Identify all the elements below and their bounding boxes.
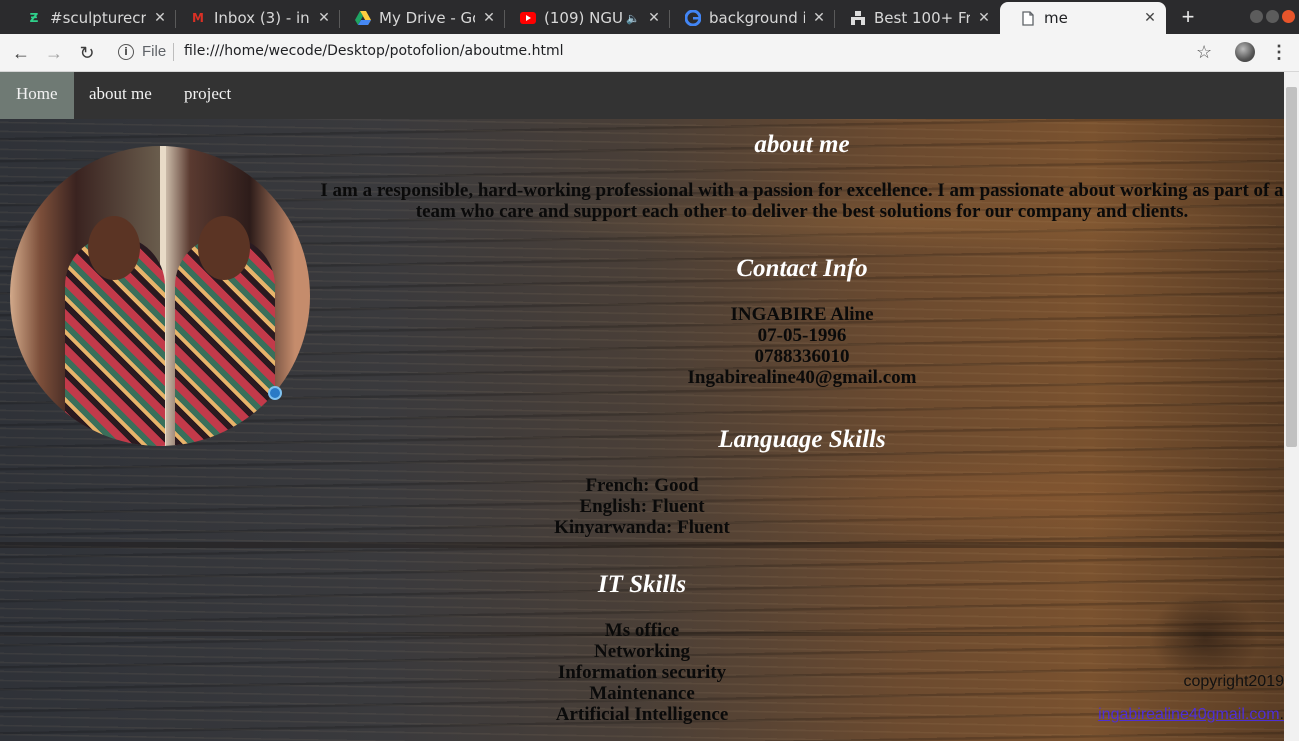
close-window-button[interactable] [1282,10,1295,23]
close-icon[interactable]: ✕ [811,10,827,26]
close-icon[interactable]: ✕ [481,10,497,26]
close-icon[interactable]: ✕ [646,10,662,26]
new-tab-button[interactable]: + [1176,4,1200,30]
menu-kebab-icon[interactable]: ⋮ [1270,41,1288,63]
info-icon[interactable]: i [118,44,134,60]
youtube-icon [520,10,536,26]
copyright-text: copyright2019 [1183,673,1284,690]
tab-title: background im [709,9,805,27]
tab-title: (109) NGUH [544,9,623,27]
photo-badge-icon [268,386,282,400]
maximize-button[interactable] [1266,10,1279,23]
top-navigation: Home about me project [0,72,1284,119]
footer-email-link-text[interactable]: ingabirealine40gmail.com [1098,706,1279,723]
contact-phone: 0788336010 [754,346,850,367]
profile-photo [10,146,310,446]
google-icon [685,10,701,26]
nav-project-link[interactable]: project [168,72,247,119]
close-icon[interactable]: ✕ [976,10,992,26]
nav-home-link[interactable]: Home [0,72,74,119]
about-heading: about me [754,131,850,158]
language-item: English: Fluent [579,496,705,517]
it-skill-item: Ms office [604,620,680,641]
browser-toolbar: ← → ↻ i File file:///home/wecode/Desktop… [0,34,1299,72]
language-item: French: Good [585,475,699,496]
tab-drive[interactable]: My Drive - Goo ✕ [335,2,505,34]
forward-arrow-icon[interactable]: → [42,41,66,65]
unsplash-icon [850,10,866,26]
it-skill-item: Information security [557,662,727,683]
tab-gmail[interactable]: M Inbox (3) - inga ✕ [170,2,340,34]
it-skill-item: Maintenance [589,683,695,704]
page-scrollbar[interactable] [1284,72,1299,741]
about-text: I am a responsible, hard-working profess… [320,180,1284,222]
tab-title: Best 100+ Free [874,9,970,27]
document-icon [1020,10,1036,26]
contact-heading: Contact Info [736,255,868,282]
close-icon[interactable]: ✕ [316,10,332,26]
scrollbar-thumb[interactable] [1286,87,1297,447]
languages-heading: Language Skills [718,426,886,453]
profile-avatar[interactable] [1235,42,1255,62]
it-skill-item: Networking [593,641,691,662]
tab-youtube[interactable]: (109) NGUH 🔈 ✕ [500,2,670,34]
address-scheme: File [142,43,167,60]
contact-dob: 07-05-1996 [757,325,847,346]
tab-unsplash[interactable]: Best 100+ Free ✕ [830,2,1000,34]
tab-strip: Ƶ #sculpturecraft ✕ M Inbox (3) - inga ✕… [0,0,1299,34]
tab-me-active[interactable]: me ✕ [1000,2,1166,34]
nav-about-link[interactable]: about me [73,72,168,119]
tab-title: Inbox (3) - inga [214,9,310,27]
page-viewport: Home about me project about me I am a re… [0,72,1284,741]
contact-name: INGABIRE Aline [730,304,874,325]
speaker-icon[interactable]: 🔈 [626,12,640,25]
contact-email: Ingabirealine40@gmail.com [687,367,917,388]
footer-email-link[interactable]: ingabirealine40gmail.com. [1098,706,1284,724]
close-icon[interactable]: ✕ [1142,10,1158,26]
tab-title: me [1044,9,1068,27]
sculpture-favicon-icon: Ƶ [29,11,39,25]
google-drive-icon [355,10,371,26]
it-skill-item: Artificial Intelligence [555,704,729,725]
tab-title: #sculpturecraft [50,9,146,27]
tab-title: My Drive - Goo [379,9,475,27]
tab-google[interactable]: background im ✕ [665,2,835,34]
tab-sculpturecraft[interactable]: Ƶ #sculpturecraft ✕ [6,2,176,34]
gmail-icon: M [192,11,204,25]
language-item: Kinyarwanda: Fluent [554,517,730,538]
back-arrow-icon[interactable]: ← [9,41,33,65]
bookmark-star-icon[interactable]: ☆ [1196,42,1212,63]
it-skills-heading: IT Skills [597,571,687,598]
reload-icon[interactable]: ↻ [75,41,99,65]
minimize-button[interactable] [1250,10,1263,23]
address-bar[interactable]: file:///home/wecode/Desktop/potofolion/a… [184,43,564,59]
close-icon[interactable]: ✕ [152,10,168,26]
